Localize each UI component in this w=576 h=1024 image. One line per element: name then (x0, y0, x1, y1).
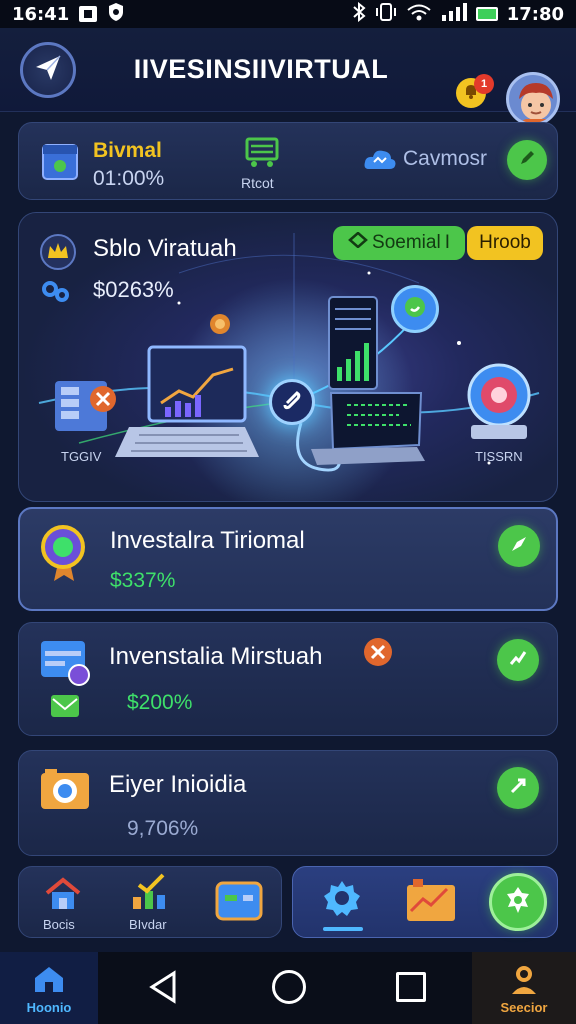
hero-right-label: TISSRN (475, 449, 523, 464)
card-icon[interactable] (215, 879, 263, 928)
summary-value: 01:00% (93, 167, 165, 190)
target-icon (459, 359, 539, 448)
dashboard-icon (325, 293, 381, 398)
status-time-right: 17:80 (506, 3, 564, 25)
list-item-value: $337% (110, 569, 176, 592)
nav-home-tab[interactable]: Hoonio (0, 952, 98, 1024)
growth-icon (508, 776, 528, 801)
list-item[interactable]: Invenstalia Mirstuah $200% (18, 622, 558, 736)
home-icon[interactable] (43, 877, 83, 916)
trend-icon (508, 648, 528, 673)
terminal-icon (307, 389, 427, 474)
cross-badge-icon (363, 637, 393, 672)
summary-card[interactable]: Bivmal 01:00% Rtcot Cavmosr (18, 122, 558, 200)
chart-check-icon[interactable] (129, 873, 173, 916)
dock-home-label: Bocis (43, 917, 75, 932)
edit-icon (517, 148, 537, 173)
hero-badge-green-suffix: I (444, 232, 450, 253)
list-item-title: Investalra Tiriomal (110, 527, 305, 554)
calendar-icon (41, 139, 79, 186)
settings-icon[interactable] (323, 879, 361, 922)
nav-profile-label: Seecior (500, 1000, 548, 1015)
signal-icon (441, 2, 467, 26)
badge-icon (36, 523, 90, 588)
list-item-action-button[interactable] (497, 639, 539, 681)
list-item-value: 9,706% (127, 817, 199, 840)
list-item-action-button[interactable] (497, 767, 539, 809)
send-icon (509, 534, 529, 559)
home-nav-icon (32, 964, 66, 999)
battery-icon (475, 7, 498, 21)
wifi-icon (406, 3, 432, 26)
active-tab-indicator (323, 927, 363, 931)
gallery-icon (79, 6, 98, 22)
action-fab[interactable] (489, 873, 547, 931)
diamond-icon (348, 231, 368, 254)
app-title: IIVESINSIIVIRTUAL (133, 54, 389, 84)
list-item-title: Invenstalia Mirstuah (109, 643, 323, 670)
vibrate-icon (375, 2, 397, 26)
hero-badge-green-label: Soemial (372, 232, 441, 253)
hero-left-label: TGGIV (61, 449, 102, 464)
app-header: IIVESINSIIVIRTUAL 1 (0, 28, 576, 126)
nav-profile-tab[interactable]: Seecior (472, 952, 576, 1024)
summary-right-label: Cavmosr (403, 147, 488, 170)
cart-icon (243, 135, 281, 174)
back-button[interactable] (148, 970, 178, 1009)
status-time-left: 16:41 (12, 3, 70, 25)
summary-action-button[interactable] (507, 140, 547, 180)
list-item-action-button[interactable] (498, 525, 540, 567)
cloud-icon (363, 147, 397, 178)
summary-middle-label: Rtcot (241, 175, 274, 191)
list-item[interactable]: Investalra Tiriomal $337% (18, 507, 558, 611)
dock-chart-label: BIvdar (129, 917, 167, 932)
home-button[interactable] (272, 970, 306, 1004)
coin-icon (209, 313, 231, 340)
hero-badge-green[interactable]: Soemial I (333, 226, 465, 260)
nav-home-label: Hoonio (26, 1000, 72, 1015)
summary-name: Bivmal (93, 139, 162, 162)
chat-bubble-button[interactable] (391, 285, 439, 333)
list-item-value: $200% (127, 691, 193, 714)
profile-nav-icon (510, 964, 538, 999)
list-item-title: Eiyer Inioidia (109, 771, 247, 798)
hero-value: $0263% (93, 277, 174, 302)
dock-left: Bocis BIvdar (18, 866, 282, 938)
phone-icon (281, 389, 303, 416)
notification-badge: 1 (474, 74, 494, 94)
recents-button[interactable] (396, 972, 426, 1002)
hero-badge-yellow[interactable]: Hroob (467, 226, 543, 260)
chat-icon (403, 295, 427, 324)
hero-title: Sblo Viratuah (93, 235, 237, 262)
hero-card[interactable]: Sblo Viratuah $0263% Soemial I Hroob TGG… (18, 212, 558, 502)
star-badge-icon (503, 885, 533, 920)
shield-icon (107, 2, 125, 27)
wallet-icon (39, 637, 101, 728)
mail-chart-icon[interactable] (405, 877, 457, 928)
laptop-icon (109, 343, 259, 468)
link-icon (41, 279, 71, 308)
bluetooth-icon (352, 1, 366, 27)
status-bar: 16:41 17:80 (0, 0, 576, 28)
crown-icon (39, 233, 77, 276)
logo-button[interactable] (20, 42, 76, 98)
avatar[interactable] (506, 72, 560, 126)
list-item[interactable]: Eiyer Inioidia 9,706% (18, 750, 558, 856)
camera-icon (39, 767, 91, 816)
paper-plane-icon (33, 53, 63, 88)
dock-right (292, 866, 558, 938)
